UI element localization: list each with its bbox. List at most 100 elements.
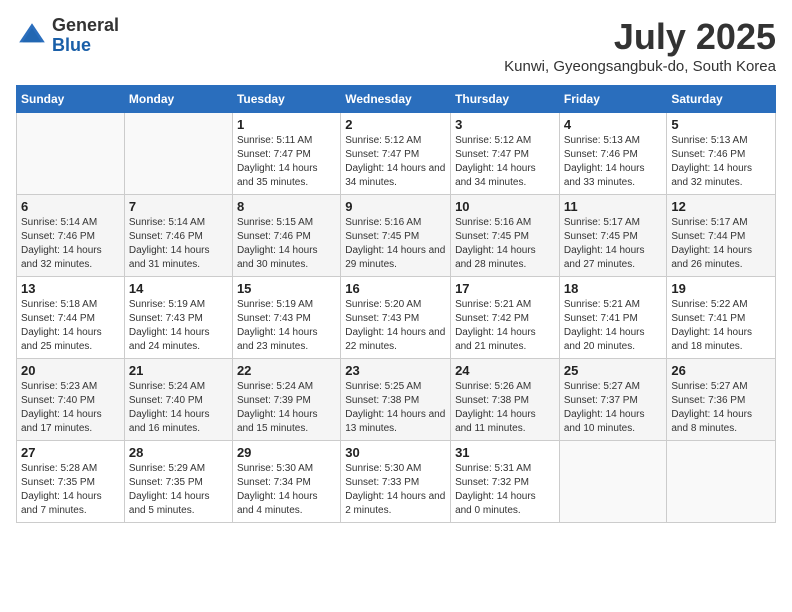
day-number: 9: [345, 199, 446, 214]
calendar-cell: [559, 441, 667, 523]
day-number: 15: [237, 281, 336, 296]
calendar-cell: 6 Sunrise: 5:14 AM Sunset: 7:46 PM Daylig…: [17, 195, 125, 277]
day-number: 13: [21, 281, 120, 296]
calendar-cell: 18 Sunrise: 5:21 AM Sunset: 7:41 PM Dayli…: [559, 277, 667, 359]
day-info: Sunrise: 5:15 AM Sunset: 7:46 PM Dayligh…: [237, 216, 336, 272]
day-info: Sunrise: 5:28 AM Sunset: 7:35 PM Dayligh…: [21, 462, 120, 518]
calendar-cell: 12 Sunrise: 5:17 AM Sunset: 7:44 PM Dayli…: [667, 195, 776, 277]
calendar-cell: 13 Sunrise: 5:18 AM Sunset: 7:44 PM Dayli…: [17, 277, 125, 359]
day-info: Sunrise: 5:30 AM Sunset: 7:33 PM Dayligh…: [345, 462, 446, 518]
calendar-cell: [124, 113, 232, 195]
calendar-cell: 25 Sunrise: 5:27 AM Sunset: 7:37 PM Dayli…: [559, 359, 667, 441]
weekday-header-tuesday: Tuesday: [232, 86, 340, 113]
calendar-cell: 29 Sunrise: 5:30 AM Sunset: 7:34 PM Dayli…: [232, 441, 340, 523]
day-number: 7: [129, 199, 228, 214]
calendar-title: July 2025: [504, 16, 776, 58]
day-info: Sunrise: 5:14 AM Sunset: 7:46 PM Dayligh…: [129, 216, 228, 272]
day-number: 10: [455, 199, 555, 214]
weekday-header-sunday: Sunday: [17, 86, 125, 113]
calendar-cell: [17, 113, 125, 195]
day-info: Sunrise: 5:26 AM Sunset: 7:38 PM Dayligh…: [455, 380, 555, 436]
calendar-week-2: 6 Sunrise: 5:14 AM Sunset: 7:46 PM Daylig…: [17, 195, 776, 277]
calendar-week-5: 27 Sunrise: 5:28 AM Sunset: 7:35 PM Dayli…: [17, 441, 776, 523]
day-info: Sunrise: 5:16 AM Sunset: 7:45 PM Dayligh…: [455, 216, 555, 272]
calendar-cell: 10 Sunrise: 5:16 AM Sunset: 7:45 PM Dayli…: [451, 195, 560, 277]
calendar-cell: 21Sunrise: 5:24 AM Sunset: 7:40 PM Dayli…: [124, 359, 232, 441]
calendar-cell: 19 Sunrise: 5:22 AM Sunset: 7:41 PM Dayli…: [667, 277, 776, 359]
calendar-cell: 26 Sunrise: 5:27 AM Sunset: 7:36 PM Dayli…: [667, 359, 776, 441]
day-info: Sunrise: 5:27 AM Sunset: 7:37 PM Dayligh…: [564, 380, 663, 436]
day-number: 25: [564, 363, 663, 378]
calendar-cell: 11 Sunrise: 5:17 AM Sunset: 7:45 PM Dayli…: [559, 195, 667, 277]
calendar-cell: 7 Sunrise: 5:14 AM Sunset: 7:46 PM Daylig…: [124, 195, 232, 277]
day-info: Sunrise: 5:25 AM Sunset: 7:38 PM Dayligh…: [345, 380, 446, 436]
day-number: 2: [345, 117, 446, 132]
day-info: Sunrise: 5:14 AM Sunset: 7:46 PM Dayligh…: [21, 216, 120, 272]
title-area: July 2025 Kunwi, Gyeongsangbuk-do, South…: [504, 16, 776, 75]
day-info: Sunrise: 5:24 AM Sunset: 7:39 PM Dayligh…: [237, 380, 336, 436]
day-number: 20: [21, 363, 120, 378]
day-info: Sunrise: 5:30 AM Sunset: 7:34 PM Dayligh…: [237, 462, 336, 518]
day-info: Sunrise: 5:23 AM Sunset: 7:40 PM Dayligh…: [21, 380, 120, 436]
day-number: 3: [455, 117, 555, 132]
day-info: Sunrise: 5:29 AM Sunset: 7:35 PM Dayligh…: [129, 462, 228, 518]
logo: General Blue: [16, 16, 119, 56]
day-number: 19: [671, 281, 771, 296]
weekday-header-monday: Monday: [124, 86, 232, 113]
day-info: Sunrise: 5:17 AM Sunset: 7:45 PM Dayligh…: [564, 216, 663, 272]
calendar-cell: 2Sunrise: 5:12 AM Sunset: 7:47 PM Daylig…: [341, 113, 451, 195]
day-number: 6: [21, 199, 120, 214]
calendar-cell: 20 Sunrise: 5:23 AM Sunset: 7:40 PM Dayli…: [17, 359, 125, 441]
day-number: 22: [237, 363, 336, 378]
day-number: 24: [455, 363, 555, 378]
calendar-cell: 28 Sunrise: 5:29 AM Sunset: 7:35 PM Dayli…: [124, 441, 232, 523]
day-number: 12: [671, 199, 771, 214]
calendar-cell: 17 Sunrise: 5:21 AM Sunset: 7:42 PM Dayli…: [451, 277, 560, 359]
calendar-cell: 23 Sunrise: 5:25 AM Sunset: 7:38 PM Dayli…: [341, 359, 451, 441]
day-number: 17: [455, 281, 555, 296]
day-number: 23: [345, 363, 446, 378]
calendar-cell: 16 Sunrise: 5:20 AM Sunset: 7:43 PM Dayli…: [341, 277, 451, 359]
day-number: 26: [671, 363, 771, 378]
day-info: Sunrise: 5:21 AM Sunset: 7:42 PM Dayligh…: [455, 298, 555, 354]
calendar-week-4: 20 Sunrise: 5:23 AM Sunset: 7:40 PM Dayli…: [17, 359, 776, 441]
day-info: Sunrise: 5:13 AM Sunset: 7:46 PM Dayligh…: [671, 134, 771, 190]
day-info: Sunrise: 5:22 AM Sunset: 7:41 PM Dayligh…: [671, 298, 771, 354]
calendar-cell: 9 Sunrise: 5:16 AM Sunset: 7:45 PM Daylig…: [341, 195, 451, 277]
logo-blue-text: Blue: [52, 36, 119, 56]
day-number: 16: [345, 281, 446, 296]
logo-general-text: General: [52, 16, 119, 36]
day-info: Sunrise: 5:11 AM Sunset: 7:47 PM Dayligh…: [237, 134, 336, 190]
calendar-cell: 3 Sunrise: 5:12 AM Sunset: 7:47 PM Daylig…: [451, 113, 560, 195]
day-number: 14: [129, 281, 228, 296]
calendar-week-1: 1Sunrise: 5:11 AM Sunset: 7:47 PM Daylig…: [17, 113, 776, 195]
day-info: Sunrise: 5:21 AM Sunset: 7:41 PM Dayligh…: [564, 298, 663, 354]
day-number: 29: [237, 445, 336, 460]
day-number: 27: [21, 445, 120, 460]
day-info: Sunrise: 5:20 AM Sunset: 7:43 PM Dayligh…: [345, 298, 446, 354]
day-number: 11: [564, 199, 663, 214]
day-info: Sunrise: 5:27 AM Sunset: 7:36 PM Dayligh…: [671, 380, 771, 436]
calendar-week-3: 13 Sunrise: 5:18 AM Sunset: 7:44 PM Dayli…: [17, 277, 776, 359]
calendar-cell: 4Sunrise: 5:13 AM Sunset: 7:46 PM Daylig…: [559, 113, 667, 195]
day-info: Sunrise: 5:19 AM Sunset: 7:43 PM Dayligh…: [129, 298, 228, 354]
calendar-cell: 8 Sunrise: 5:15 AM Sunset: 7:46 PM Daylig…: [232, 195, 340, 277]
day-info: Sunrise: 5:24 AM Sunset: 7:40 PM Dayligh…: [129, 380, 228, 436]
day-number: 5: [671, 117, 771, 132]
day-info: Sunrise: 5:16 AM Sunset: 7:45 PM Dayligh…: [345, 216, 446, 272]
day-info: Sunrise: 5:12 AM Sunset: 7:47 PM Dayligh…: [455, 134, 555, 190]
calendar-cell: 24 Sunrise: 5:26 AM Sunset: 7:38 PM Dayli…: [451, 359, 560, 441]
calendar-cell: 30Sunrise: 5:30 AM Sunset: 7:33 PM Dayli…: [341, 441, 451, 523]
calendar-cell: 15Sunrise: 5:19 AM Sunset: 7:43 PM Dayli…: [232, 277, 340, 359]
weekday-header-thursday: Thursday: [451, 86, 560, 113]
day-info: Sunrise: 5:31 AM Sunset: 7:32 PM Dayligh…: [455, 462, 555, 518]
logo-icon: [16, 20, 48, 52]
day-number: 8: [237, 199, 336, 214]
day-info: Sunrise: 5:17 AM Sunset: 7:44 PM Dayligh…: [671, 216, 771, 272]
day-info: Sunrise: 5:18 AM Sunset: 7:44 PM Dayligh…: [21, 298, 120, 354]
calendar-cell: 31Sunrise: 5:31 AM Sunset: 7:32 PM Dayli…: [451, 441, 560, 523]
calendar-cell: 14 Sunrise: 5:19 AM Sunset: 7:43 PM Dayli…: [124, 277, 232, 359]
day-number: 28: [129, 445, 228, 460]
day-number: 18: [564, 281, 663, 296]
weekday-header-wednesday: Wednesday: [341, 86, 451, 113]
